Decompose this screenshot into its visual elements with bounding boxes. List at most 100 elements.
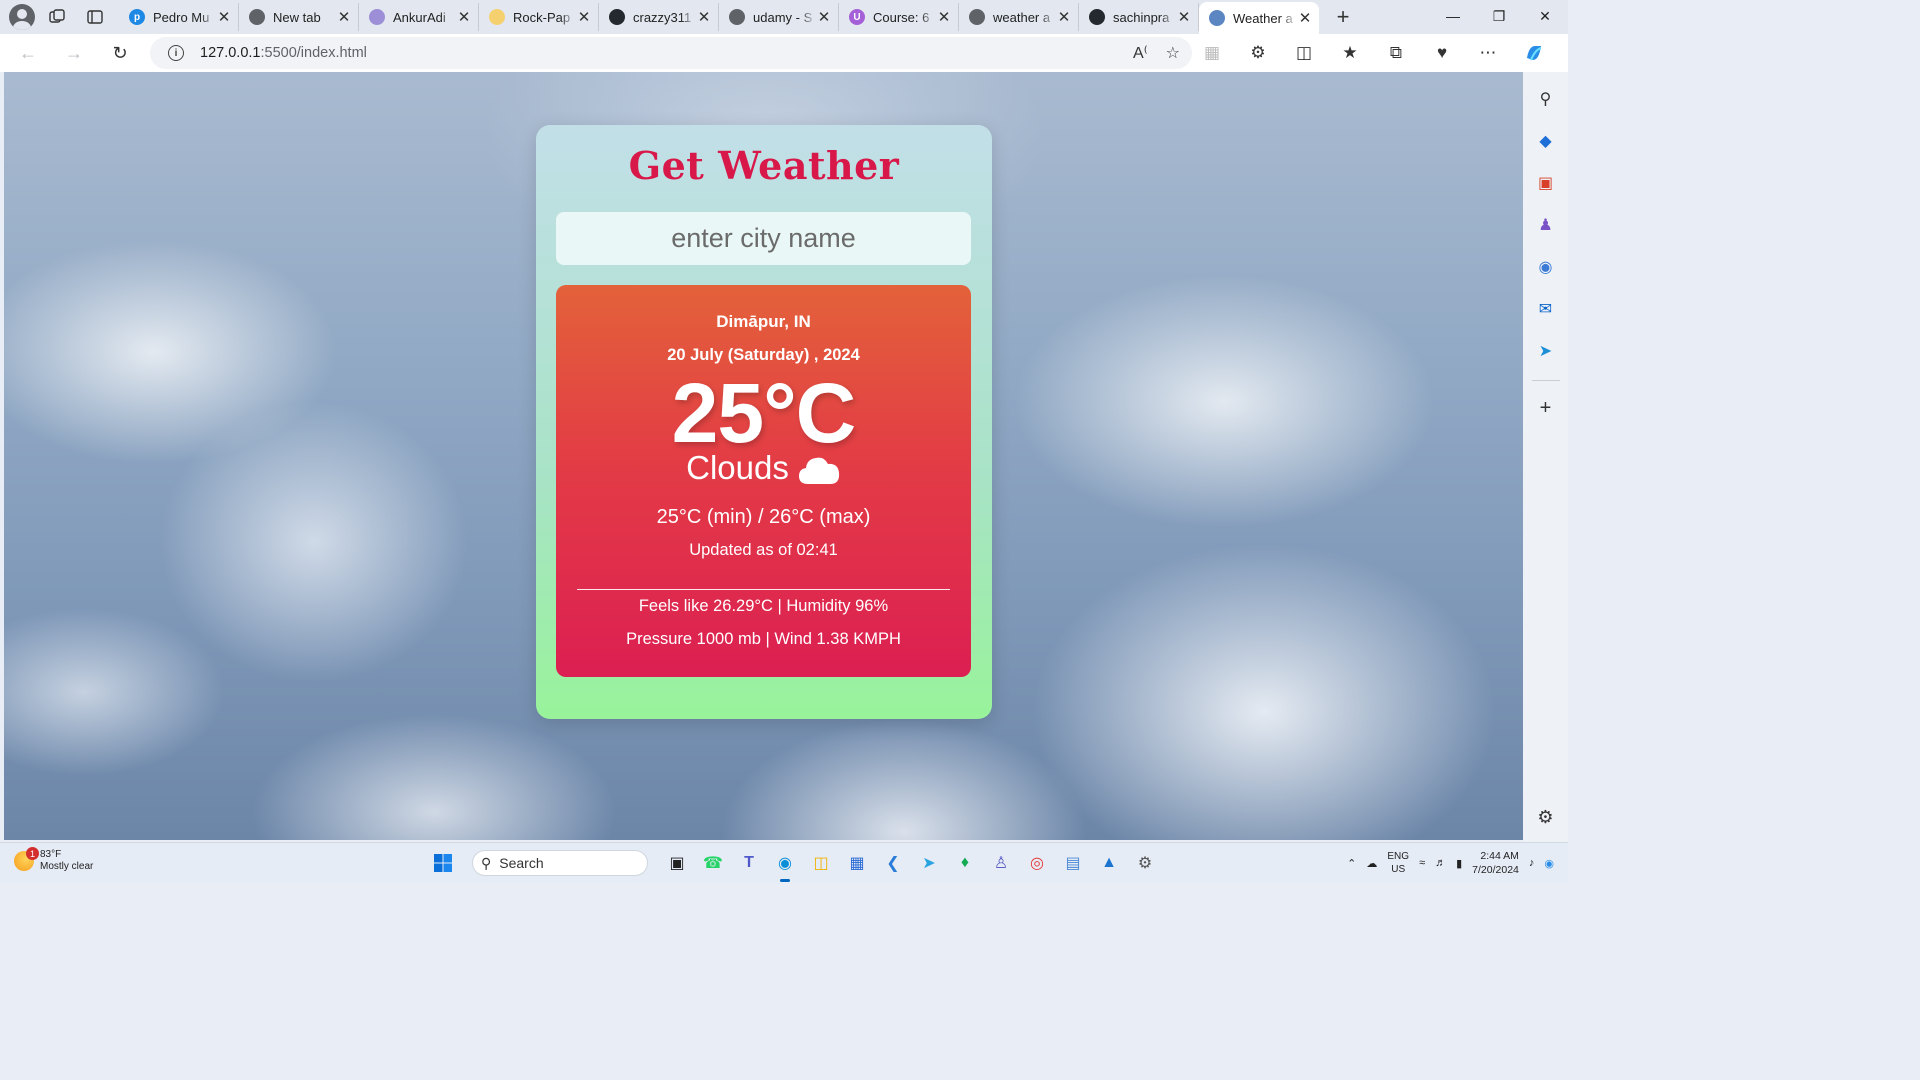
outlook-icon[interactable]: ✉ [1531, 294, 1561, 324]
tab-actions-icon[interactable] [79, 1, 111, 33]
split-view-icon[interactable]: ◫ [1286, 35, 1322, 71]
vscode-icon[interactable]: ❮ [878, 848, 908, 878]
browser-tab[interactable]: AnkurAdi ✕ [359, 3, 479, 31]
notification-badge: 1 [26, 847, 39, 860]
profile-avatar[interactable] [9, 4, 35, 30]
settings-icon[interactable]: ⚙ [1130, 848, 1160, 878]
close-tab-icon[interactable]: ✕ [576, 8, 592, 26]
close-tab-icon[interactable]: ✕ [336, 8, 352, 26]
copilot-icon[interactable] [1516, 35, 1552, 71]
clock[interactable]: 2:44 AM 7/20/2024 [1472, 849, 1519, 877]
region-code: US [1391, 864, 1406, 875]
browser-tab[interactable]: crazzy311 ✕ [599, 3, 719, 31]
weather-widget[interactable]: 1 83°F Mostly clear [14, 847, 94, 873]
store-icon[interactable]: ▦ [842, 848, 872, 878]
close-tab-icon[interactable]: ✕ [1297, 9, 1313, 27]
search-icon[interactable]: ⚲ [1531, 84, 1561, 114]
refresh-button[interactable]: ↻ [102, 35, 138, 71]
details-divider [577, 589, 950, 590]
close-tab-icon[interactable]: ✕ [936, 8, 952, 26]
browser-tab[interactable]: Weather a ✕ [1199, 2, 1319, 34]
restore-button[interactable]: ❐ [1476, 0, 1522, 32]
chrome-icon[interactable]: ◎ [1022, 848, 1052, 878]
workspaces-icon[interactable] [41, 1, 73, 33]
tab-title: weather a [993, 9, 1051, 25]
games-icon[interactable]: ♟ [1531, 210, 1561, 240]
teams-icon[interactable]: T [734, 848, 764, 878]
whatsapp-icon[interactable]: ☎ [698, 848, 728, 878]
more-menu-icon[interactable]: ⋯ [1470, 35, 1506, 71]
send-icon[interactable]: ➤ [1531, 336, 1561, 366]
browser-tab[interactable]: weather a ✕ [959, 3, 1079, 31]
battery-icon[interactable]: ▮ [1456, 857, 1462, 870]
tab-title: AnkurAdi [393, 9, 446, 25]
browser-tab[interactable]: sachinpra ✕ [1079, 3, 1199, 31]
tab-favicon-icon [249, 9, 265, 25]
favorites-icon[interactable]: ★ [1332, 35, 1368, 71]
language-code: ENG [1387, 851, 1410, 862]
taskbar-search[interactable]: ⚲ Search [472, 850, 648, 876]
close-window-button[interactable]: ✕ [1522, 0, 1568, 32]
browser-tab[interactable]: New tab ✕ [239, 3, 359, 31]
language-indicator[interactable]: ENG US [1387, 850, 1409, 876]
pressure-wind: Pressure 1000 mb | Wind 1.38 KMPH [626, 630, 901, 648]
browser-essentials-icon[interactable]: ♥ [1424, 35, 1460, 71]
taskbar-apps: ⚲ Search ▣ ☎ T ◉ ◫ ▦ ❮ ➤ ♦ ♙ ◎ ▤ ▲ ⚙ [428, 843, 1160, 883]
volume-icon[interactable]: ♬ [1435, 857, 1446, 869]
favorite-star-icon[interactable]: ☆ [1166, 43, 1180, 63]
browser-tab[interactable]: Rock-Pap ✕ [479, 3, 599, 31]
tab-title: Course: 6 [873, 9, 930, 25]
tools-briefcase-icon[interactable]: ▣ [1531, 168, 1561, 198]
browser-tab[interactable]: p Pedro Mu ✕ [119, 3, 239, 31]
file-explorer-icon[interactable]: ◫ [806, 848, 836, 878]
photos-icon[interactable]: ▲ [1094, 848, 1124, 878]
clock-time: 2:44 AM [1480, 850, 1519, 862]
onedrive-icon[interactable]: ☁ [1366, 857, 1377, 870]
browser-tab[interactable]: udamy - S ✕ [719, 3, 839, 31]
extensions-icon[interactable]: ⚙ [1240, 35, 1276, 71]
url-text[interactable]: 127.0.0.1:5500/index.html [200, 45, 367, 61]
windows-taskbar: 1 83°F Mostly clear ⚲ Search ▣ ☎ T ◉ ◫ ▦… [0, 842, 1568, 882]
add-sidebar-app-icon[interactable]: + [1531, 393, 1561, 423]
clock-date: 7/20/2024 [1472, 864, 1519, 876]
new-tab-button[interactable]: + [1327, 4, 1359, 30]
close-tab-icon[interactable]: ✕ [216, 8, 232, 26]
telegram-icon[interactable]: ➤ [914, 848, 944, 878]
copilot-tray-icon[interactable]: ◉ [1544, 857, 1554, 870]
browser-tab[interactable]: U Course: 6 ✕ [839, 3, 959, 31]
close-tab-icon[interactable]: ✕ [456, 8, 472, 26]
close-tab-icon[interactable]: ✕ [1176, 8, 1192, 26]
notepad-icon[interactable]: ▤ [1058, 848, 1088, 878]
tab-list: p Pedro Mu ✕ New tab ✕ AnkurAdi ✕ Rock-Pap ✕ craz… [119, 0, 1319, 34]
minimize-button[interactable]: — [1430, 0, 1476, 32]
shopping-tag-icon[interactable]: ◆ [1531, 126, 1561, 156]
back-button[interactable]: ← [10, 35, 46, 71]
wifi-icon[interactable]: ≈ [1419, 857, 1425, 869]
tab-favicon-icon [369, 9, 385, 25]
weather-app-container: Get Weather Dimāpur, IN 20 July (Saturda… [536, 125, 992, 719]
chevron-up-icon[interactable]: ⌃ [1347, 857, 1356, 870]
read-aloud-icon[interactable]: A⁽ [1133, 43, 1148, 63]
site-info-icon[interactable]: i [168, 45, 184, 61]
close-tab-icon[interactable]: ✕ [696, 8, 712, 26]
collections-icon[interactable]: ⧉ [1378, 35, 1414, 71]
edge-browser-icon[interactable]: ◉ [770, 848, 800, 882]
sidebar-settings-icon[interactable]: ⚙ [1537, 807, 1553, 828]
city-search-input[interactable] [556, 212, 971, 265]
task-view-icon[interactable]: ▣ [662, 848, 692, 878]
start-button[interactable] [428, 848, 458, 878]
teams-work-icon[interactable]: ♙ [986, 848, 1016, 878]
widget-condition: Mostly clear [40, 861, 94, 872]
search-magnifier-icon: ⚲ [481, 854, 492, 871]
window-controls: — ❐ ✕ [1430, 0, 1568, 32]
tab-favicon-icon [609, 9, 625, 25]
forward-button[interactable]: → [56, 35, 92, 71]
tab-favicon-icon [489, 9, 505, 25]
office-icon[interactable]: ◉ [1531, 252, 1561, 282]
notification-bell-icon[interactable]: ♪ [1529, 857, 1535, 869]
address-bar[interactable]: i 127.0.0.1:5500/index.html A⁽ ☆ [150, 37, 1192, 69]
tab-title: crazzy311 [633, 9, 692, 25]
close-tab-icon[interactable]: ✕ [1056, 8, 1072, 26]
close-tab-icon[interactable]: ✕ [816, 8, 832, 26]
mongodb-icon[interactable]: ♦ [950, 848, 980, 878]
